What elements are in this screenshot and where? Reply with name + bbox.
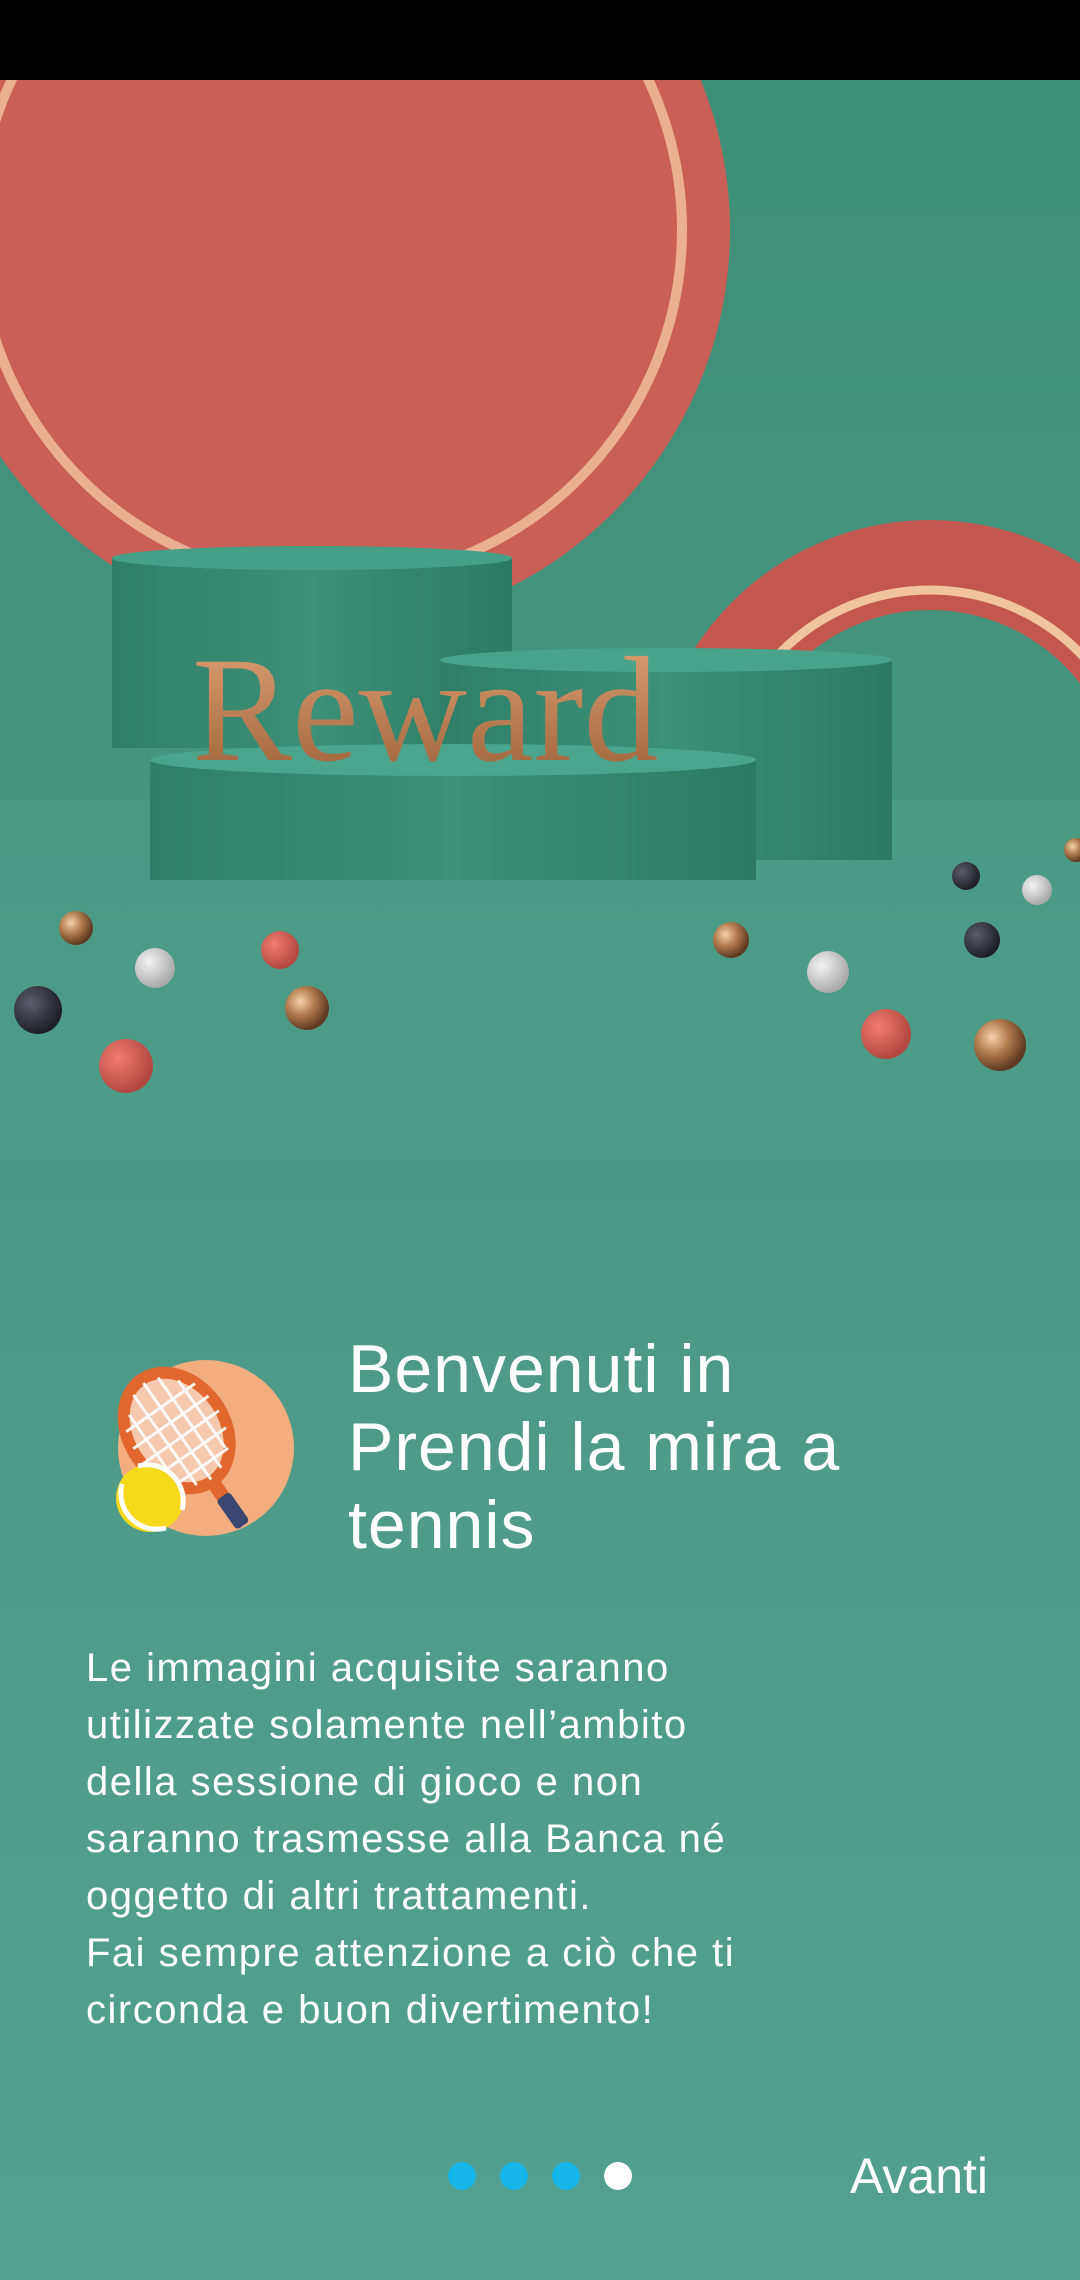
page-dot-1 <box>448 2162 476 2190</box>
page-indicator <box>448 2162 632 2192</box>
next-button[interactable]: Avanti <box>850 2146 988 2206</box>
page-dot-2 <box>500 2162 528 2190</box>
onboarding-screen: Reward Benvenuti in Prendi la mira a ten… <box>0 0 1080 2280</box>
welcome-title: Benvenuti in Prendi la mira a tennis <box>348 1331 841 1563</box>
status-bar <box>0 0 1080 80</box>
welcome-section: Benvenuti in Prendi la mira a tennis <box>0 1320 1080 1600</box>
reward-scene-illustration: Reward <box>0 80 1080 1160</box>
page-dot-4-active <box>604 2162 632 2190</box>
reward-banner-text: Reward <box>192 627 658 793</box>
tennis-racket-icon <box>108 1350 298 1540</box>
description-text: Le immagini acquisite saranno utilizzate… <box>86 1646 736 2032</box>
page-dot-3 <box>552 2162 580 2190</box>
hero-illustration: Reward <box>0 80 1080 1160</box>
